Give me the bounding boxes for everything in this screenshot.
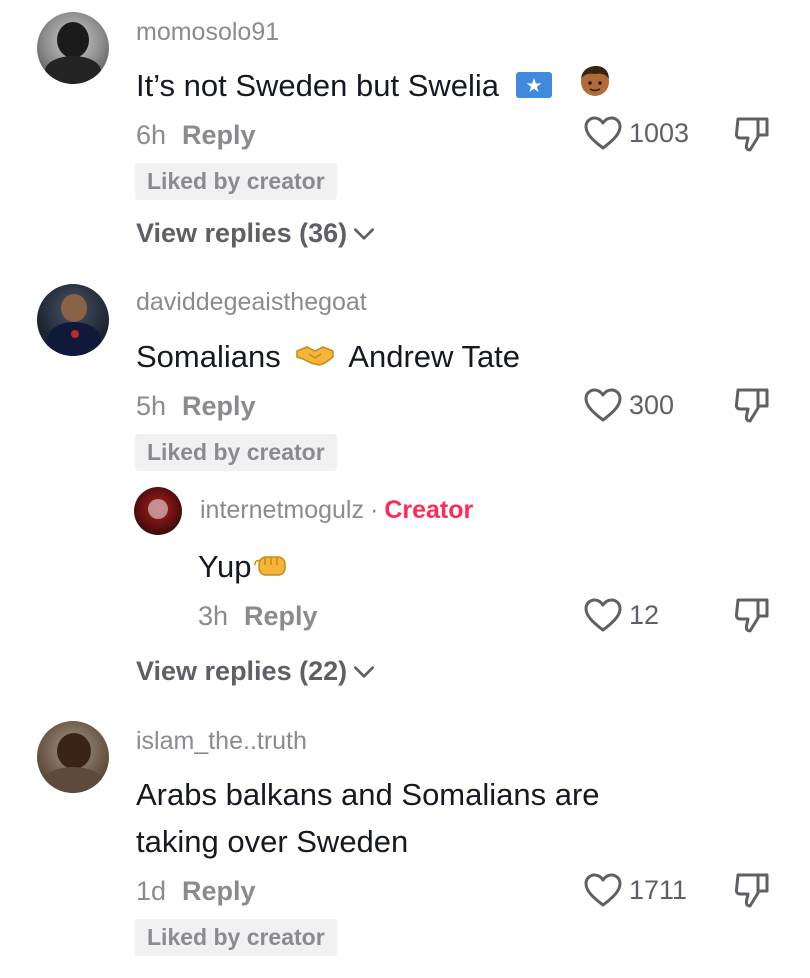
dislike-button[interactable] [732, 114, 772, 159]
thumbs-down-icon [732, 870, 772, 910]
view-replies-label: View replies (36) [136, 218, 348, 248]
creator-badge: Creator [384, 496, 474, 524]
fist-bump-icon [253, 545, 287, 592]
comment-time: 1d [136, 876, 167, 906]
thumbs-down-icon [732, 385, 772, 425]
reply-username-row: internetmogulz · Creator [200, 496, 473, 525]
liked-by-creator-badge: Liked by creator [135, 919, 337, 956]
boy-emoji-icon [578, 64, 612, 111]
like-button[interactable]: 1003 [583, 115, 689, 151]
comment-meta: 6h Reply [136, 120, 256, 151]
thumbs-down-icon [732, 595, 772, 635]
liked-by-creator-badge: Liked by creator [135, 163, 337, 200]
comment-meta: 5h Reply [136, 391, 256, 422]
somalia-flag-icon [515, 64, 552, 111]
heart-icon [583, 597, 623, 633]
comment-text: Somalians Andrew Tate [136, 333, 520, 382]
reply-button[interactable]: Reply [244, 601, 318, 631]
reply-username[interactable]: internetmogulz [200, 496, 364, 524]
heart-icon [583, 115, 623, 151]
comment-text: It’s not Sweden but Swelia [136, 62, 612, 111]
comment-username[interactable]: momosolo91 [136, 18, 279, 47]
reply-button[interactable]: Reply [182, 391, 256, 421]
heart-icon [583, 872, 623, 908]
comment-meta: 1d Reply [136, 876, 256, 907]
chevron-down-icon [351, 221, 377, 247]
comment-time: 5h [136, 391, 167, 421]
comment-item: islam_the..truth Arabs balkans and Somal… [0, 708, 810, 978]
view-replies-button[interactable]: View replies (36) [136, 218, 377, 249]
view-replies-label: View replies (22) [136, 656, 348, 686]
handshake-icon [295, 335, 335, 382]
reply-meta: 3h Reply [198, 601, 318, 632]
dislike-button[interactable] [732, 595, 772, 640]
comment-time: 6h [136, 120, 167, 150]
like-count: 300 [629, 389, 675, 420]
dislike-button[interactable] [732, 870, 772, 915]
comment-text-content: It’s not Sweden but Swelia [136, 68, 500, 103]
like-button[interactable]: 12 [583, 597, 659, 633]
like-count: 1003 [629, 117, 690, 148]
reply-text-content: Yup [198, 549, 252, 584]
heart-icon [583, 387, 623, 423]
reply-text: Yup [198, 543, 287, 592]
separator-dot: · [369, 496, 379, 524]
comment-item: momosolo91 It’s not Sweden but Swelia 6h… [0, 0, 810, 270]
like-button[interactable]: 300 [583, 387, 674, 423]
view-replies-button[interactable]: View replies (22) [136, 656, 377, 687]
comment-text-line2: taking over Sweden [136, 824, 409, 859]
liked-by-creator-badge: Liked by creator [135, 434, 337, 471]
comment-text-line1: Arabs balkans and Somalians are [136, 777, 600, 812]
comment-username[interactable]: daviddegeaisthegoat [136, 288, 367, 317]
avatar[interactable] [134, 487, 182, 535]
reply-button[interactable]: Reply [182, 120, 256, 150]
avatar[interactable] [37, 721, 109, 793]
reply-button[interactable]: Reply [182, 876, 256, 906]
like-count: 12 [629, 599, 660, 630]
avatar[interactable] [37, 12, 109, 84]
reply-time: 3h [198, 601, 229, 631]
comment-text-part: Somalians [136, 339, 281, 374]
like-count: 1711 [629, 874, 688, 905]
chevron-down-icon [351, 659, 377, 685]
comment-text-part: Andrew Tate [348, 339, 521, 374]
comment-username[interactable]: islam_the..truth [136, 727, 307, 756]
dislike-button[interactable] [732, 385, 772, 430]
avatar[interactable] [37, 284, 109, 356]
comment-item: daviddegeaisthegoat Somalians Andrew Tat… [0, 270, 810, 708]
like-button[interactable]: 1711 [583, 872, 687, 908]
thumbs-down-icon [732, 114, 772, 154]
